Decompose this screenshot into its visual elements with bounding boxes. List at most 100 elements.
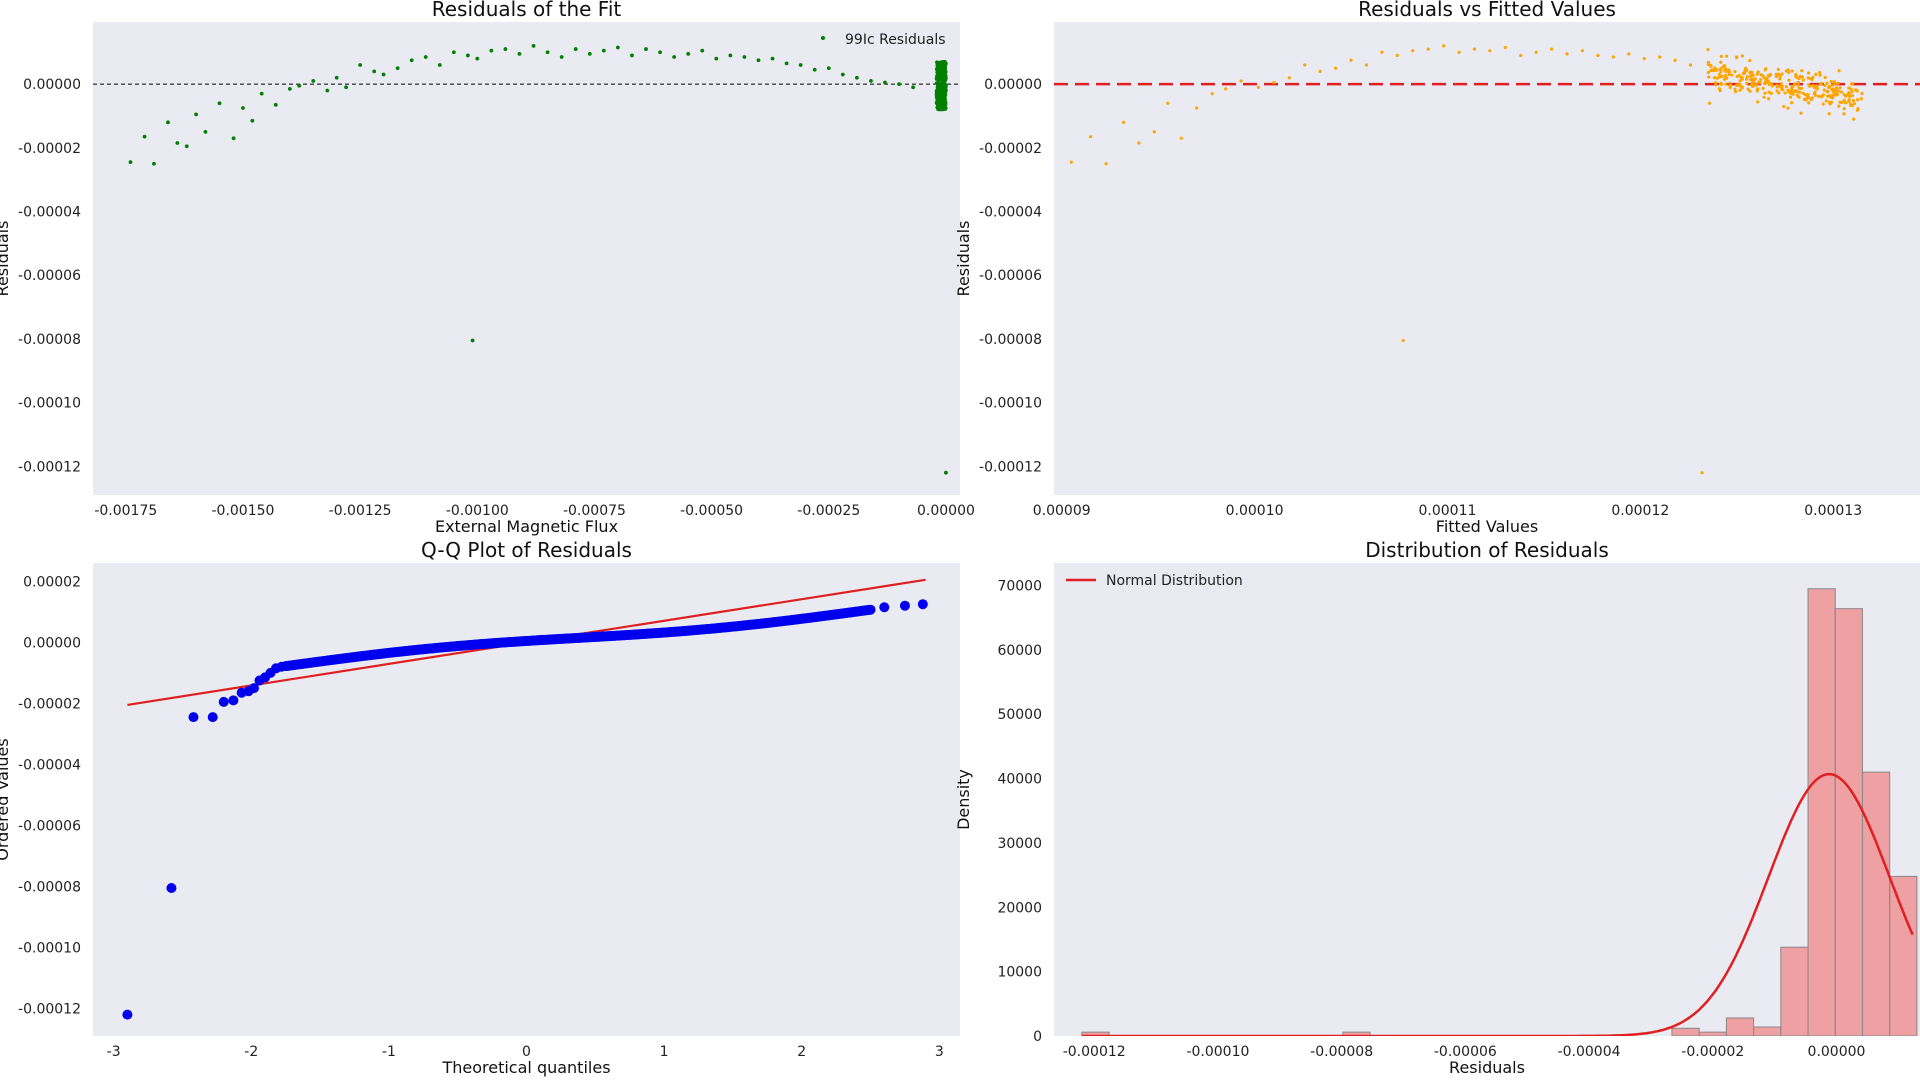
histogram-bar xyxy=(1889,875,1918,1036)
data-point xyxy=(1799,86,1804,90)
data-point xyxy=(1791,92,1795,96)
data-point xyxy=(1426,47,1430,51)
data-point xyxy=(1256,85,1261,89)
data-point xyxy=(1842,107,1846,111)
data-point xyxy=(1724,69,1728,74)
data-point xyxy=(943,61,948,66)
data-point xyxy=(241,106,245,110)
data-point xyxy=(358,63,363,67)
data-point xyxy=(1761,86,1765,90)
y-tick-label: -0.00010 xyxy=(18,396,81,412)
data-point xyxy=(943,107,948,111)
data-point xyxy=(1783,91,1787,95)
y-tick-label: 0.00000 xyxy=(23,635,81,651)
data-point xyxy=(1488,49,1492,53)
data-point xyxy=(1751,73,1755,77)
data-point xyxy=(1855,89,1859,93)
data-point xyxy=(1738,79,1742,83)
data-point xyxy=(826,66,831,71)
x-tick-label: -1 xyxy=(382,1044,396,1060)
data-point xyxy=(1708,63,1712,67)
data-point xyxy=(372,69,377,74)
data-point xyxy=(1152,130,1156,134)
x-tick-label: -3 xyxy=(107,1044,121,1060)
data-point xyxy=(883,80,887,85)
data-point xyxy=(1534,50,1538,54)
data-point xyxy=(1743,71,1747,75)
data-point xyxy=(1860,91,1864,96)
y-tick-label: -0.00002 xyxy=(18,141,81,157)
data-point xyxy=(1740,86,1744,90)
data-point xyxy=(1851,99,1855,103)
data-point xyxy=(1121,120,1126,124)
data-point xyxy=(334,75,339,80)
data-point xyxy=(940,70,945,74)
data-point xyxy=(1580,49,1585,53)
data-point xyxy=(1800,69,1804,73)
histogram-bar xyxy=(1753,1026,1782,1036)
data-point xyxy=(1713,81,1718,85)
data-point xyxy=(1069,160,1073,164)
data-point xyxy=(1318,69,1322,73)
data-point xyxy=(1166,101,1170,105)
data-point xyxy=(1723,77,1727,81)
y-tick-label: -0.00002 xyxy=(979,141,1042,157)
data-point xyxy=(879,602,890,613)
x-tick-label: -0.00150 xyxy=(211,503,274,519)
data-point xyxy=(1825,94,1830,98)
data-point xyxy=(1780,84,1784,88)
data-point xyxy=(644,47,648,51)
data-point xyxy=(1847,99,1851,103)
data-point xyxy=(1734,83,1739,88)
data-point xyxy=(1734,55,1739,59)
data-point xyxy=(1787,78,1791,82)
data-point xyxy=(812,67,817,72)
data-point xyxy=(142,134,147,139)
data-point xyxy=(1751,79,1756,83)
data-point xyxy=(714,56,719,61)
data-point xyxy=(1688,63,1693,67)
data-point xyxy=(517,51,522,56)
data-point xyxy=(409,58,414,63)
data-point xyxy=(1762,95,1766,99)
x-axis-label: Theoretical quantiles xyxy=(441,1058,610,1077)
data-point xyxy=(1778,77,1782,81)
data-point xyxy=(1104,162,1108,166)
chart-panel-1: Residuals of the Fit -0.00175 -0.00150 -0.0… xyxy=(0,0,975,536)
data-point xyxy=(489,48,494,53)
data-point xyxy=(1784,85,1788,89)
data-point xyxy=(1503,45,1507,50)
y-tick-label: -0.00006 xyxy=(979,268,1042,284)
data-point xyxy=(1723,64,1727,68)
data-point xyxy=(1757,80,1761,84)
data-point xyxy=(936,75,941,80)
x-tick-label: -0.00002 xyxy=(1681,1044,1744,1060)
data-point xyxy=(1137,141,1141,145)
data-point xyxy=(1856,98,1860,102)
data-point xyxy=(1807,101,1811,105)
data-point xyxy=(1803,97,1808,101)
data-point xyxy=(1550,47,1554,51)
data-point xyxy=(1788,95,1793,99)
x-tick-label: 0.00013 xyxy=(1804,503,1862,519)
data-point xyxy=(451,50,456,55)
data-point xyxy=(1849,87,1853,91)
data-point xyxy=(1810,96,1814,100)
y-tick-label: -0.00004 xyxy=(979,205,1042,221)
data-point xyxy=(939,84,943,89)
data-point xyxy=(587,51,592,56)
y-axis-label: Ordered Values xyxy=(0,738,12,860)
y-axis-label: Residuals xyxy=(954,221,973,297)
data-point xyxy=(503,47,508,51)
data-point xyxy=(1823,75,1827,80)
data-point xyxy=(1712,75,1717,80)
x-tick-label: 0.00000 xyxy=(1808,1044,1866,1060)
data-point xyxy=(934,92,939,97)
data-point xyxy=(1364,63,1369,67)
data-point xyxy=(756,58,761,63)
data-point xyxy=(1848,94,1852,99)
data-point xyxy=(937,102,942,106)
histogram-bar xyxy=(1807,588,1836,1036)
data-point xyxy=(700,48,705,53)
legend-marker xyxy=(821,36,825,40)
